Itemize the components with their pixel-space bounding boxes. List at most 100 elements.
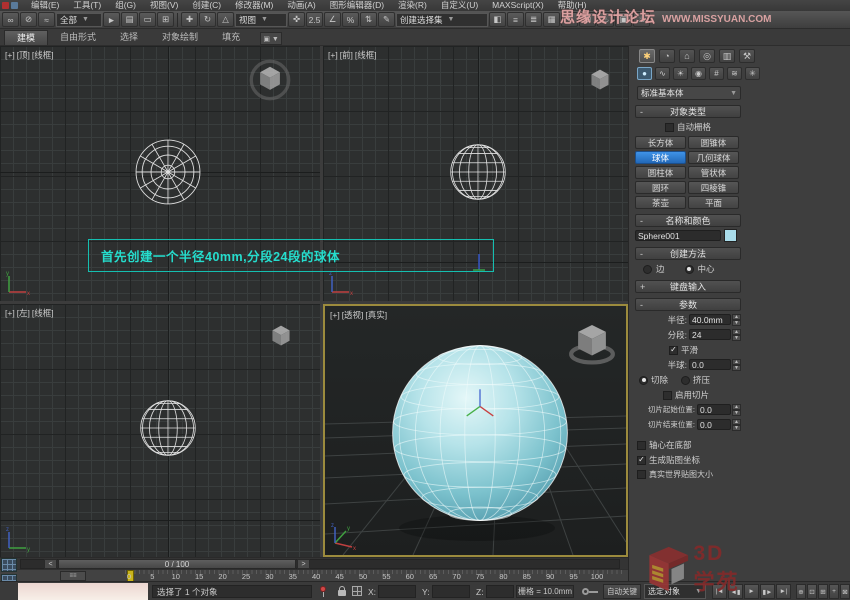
primitive-category-dropdown[interactable]: 标准基本体 ▼ bbox=[637, 86, 741, 100]
app-logo-icon[interactable] bbox=[2, 2, 9, 9]
set-key-icon[interactable] bbox=[582, 588, 589, 595]
menu-item[interactable]: 动画(A) bbox=[280, 0, 322, 11]
chop-radio[interactable] bbox=[639, 376, 648, 385]
systems-icon[interactable]: ✳ bbox=[745, 67, 760, 80]
sphere-wireframe-front[interactable] bbox=[449, 143, 507, 201]
z-coordinate-field[interactable] bbox=[486, 585, 514, 598]
slice-to-field[interactable] bbox=[697, 419, 731, 430]
x-coordinate-field[interactable] bbox=[378, 585, 416, 598]
next-frame-button[interactable]: > bbox=[297, 559, 310, 569]
menu-item[interactable]: MAXScript(X) bbox=[485, 0, 550, 11]
go-to-end-icon[interactable]: ►| bbox=[776, 584, 791, 599]
select-and-manipulate-icon[interactable]: ✜ bbox=[288, 12, 305, 27]
smooth-checkbox[interactable] bbox=[669, 346, 678, 355]
rollout-header[interactable]: 对象类型 bbox=[635, 105, 741, 118]
sphere-shaded[interactable] bbox=[385, 338, 575, 528]
slice-on-checkbox[interactable] bbox=[663, 391, 672, 400]
select-and-link-icon[interactable]: ∞ bbox=[2, 12, 19, 27]
viewport-perspective[interactable]: [+][透视][真实] bbox=[323, 304, 628, 557]
menu-item[interactable]: 图形编辑器(D) bbox=[323, 0, 391, 11]
viewport-shading-button[interactable]: [线框] bbox=[355, 50, 377, 60]
viewport-name-button[interactable]: [前] bbox=[340, 50, 353, 60]
maximize-viewport-icon[interactable]: ⊠ bbox=[840, 584, 850, 599]
rollout-header[interactable]: 键盘输入 bbox=[635, 280, 741, 293]
object-type-button[interactable]: 平面 bbox=[688, 196, 739, 209]
viewcube[interactable] bbox=[563, 318, 621, 368]
align-icon[interactable]: ≡ bbox=[507, 12, 524, 27]
layer-manager-icon[interactable]: ≣ bbox=[525, 12, 542, 27]
viewport-layout-icon[interactable] bbox=[1, 558, 17, 572]
named-selection-dropdown[interactable]: 创建选择集 ▼ bbox=[396, 13, 488, 27]
select-and-move-icon[interactable]: ✚ bbox=[181, 12, 198, 27]
angle-snap-icon[interactable]: ∠ bbox=[324, 12, 341, 27]
isolate-selection-icon[interactable] bbox=[320, 586, 326, 592]
viewport-shading-button[interactable]: [真实] bbox=[365, 310, 387, 320]
slice-from-spinner[interactable]: ▲▼ bbox=[732, 404, 741, 416]
menu-item[interactable]: 工具(T) bbox=[66, 0, 108, 11]
tab-modify[interactable]: ◔ bbox=[659, 49, 675, 63]
menu-item[interactable]: 创建(C) bbox=[185, 0, 228, 11]
tab-create[interactable]: ✱ bbox=[639, 49, 655, 63]
rollout-header[interactable]: 参数 bbox=[635, 298, 741, 311]
selection-filter-dropdown[interactable]: 全部 ▼ bbox=[56, 13, 102, 27]
window-crossing-icon[interactable]: ⊞ bbox=[157, 12, 174, 27]
menu-item[interactable]: 组(G) bbox=[108, 0, 143, 11]
mirror-icon[interactable]: ◧ bbox=[489, 12, 506, 27]
hemisphere-spinner[interactable]: ▲▼ bbox=[732, 359, 741, 371]
object-color-swatch[interactable] bbox=[724, 229, 737, 242]
ribbon-tab[interactable]: 对象绘制 bbox=[150, 30, 210, 45]
viewport-shading-button[interactable]: [线框] bbox=[32, 308, 54, 318]
edit-named-selection-icon[interactable]: ✎ bbox=[378, 12, 395, 27]
previous-frame-button[interactable]: < bbox=[44, 559, 57, 569]
unlink-selection-icon[interactable]: ⊘ bbox=[20, 12, 37, 27]
reference-coordinate-dropdown[interactable]: 视图 ▼ bbox=[235, 13, 287, 27]
object-type-button[interactable]: 圆环 bbox=[635, 181, 686, 194]
ribbon-minimize-icon[interactable]: ▣ ▼ bbox=[260, 32, 282, 45]
viewport-name-button[interactable]: [左] bbox=[17, 308, 30, 318]
menu-item[interactable]: 视图(V) bbox=[143, 0, 185, 11]
segments-spinner[interactable]: ▲▼ bbox=[732, 329, 741, 341]
viewport-menu-button[interactable]: [+] bbox=[330, 310, 340, 320]
slice-from-field[interactable] bbox=[697, 404, 731, 415]
tab-hierarchy[interactable]: ⌂ bbox=[679, 49, 695, 63]
spinner-snap-icon[interactable]: ⇅ bbox=[360, 12, 377, 27]
radius-field[interactable] bbox=[689, 314, 731, 325]
absolute-mode-icon[interactable] bbox=[352, 586, 362, 596]
sphere-wireframe-left[interactable] bbox=[139, 399, 197, 457]
lights-icon[interactable]: ☀ bbox=[673, 67, 688, 80]
select-by-name-icon[interactable]: ▤ bbox=[121, 12, 138, 27]
play-icon[interactable]: ► bbox=[744, 584, 759, 599]
viewport-shading-button[interactable]: [线框] bbox=[32, 50, 54, 60]
menu-item[interactable]: 修改器(M) bbox=[228, 0, 280, 11]
auto-key-button[interactable]: 自动关键点 bbox=[603, 584, 641, 599]
center-radio[interactable] bbox=[685, 265, 694, 274]
viewport-menu-button[interactable]: [+] bbox=[5, 308, 15, 318]
percent-snap-icon[interactable]: % bbox=[342, 12, 359, 27]
snap-toggle-icon[interactable]: 2.5 bbox=[306, 12, 323, 27]
maxscript-mini-listener[interactable] bbox=[18, 583, 148, 600]
menu-item[interactable]: 编辑(E) bbox=[24, 0, 66, 11]
edge-radio[interactable] bbox=[643, 265, 652, 274]
geometry-icon[interactable]: ● bbox=[637, 67, 652, 80]
rollout-header[interactable]: 创建方法 bbox=[635, 247, 741, 260]
object-type-button[interactable]: 圆柱体 bbox=[635, 166, 686, 179]
selection-lock-icon[interactable] bbox=[338, 590, 346, 596]
viewcube[interactable] bbox=[248, 58, 292, 102]
ribbon-tab[interactable]: 自由形式 bbox=[48, 30, 108, 45]
real-world-checkbox[interactable] bbox=[637, 470, 646, 479]
select-and-scale-icon[interactable]: △ bbox=[217, 12, 234, 27]
object-type-button[interactable]: 球体 bbox=[635, 151, 686, 164]
radius-spinner[interactable]: ▲▼ bbox=[732, 314, 741, 326]
zoom-region-icon[interactable]: ⊞ bbox=[818, 584, 828, 599]
helpers-icon[interactable]: # bbox=[709, 67, 724, 80]
object-type-button[interactable]: 茶壶 bbox=[635, 196, 686, 209]
menu-item[interactable]: 渲染(R) bbox=[391, 0, 434, 11]
mini-curve-editor-icon[interactable]: ≡≡ bbox=[60, 571, 86, 581]
tab-motion[interactable]: ◎ bbox=[699, 49, 715, 63]
generate-mapping-checkbox[interactable] bbox=[637, 456, 646, 465]
graphite-ribbon-icon[interactable]: ▦ bbox=[543, 12, 560, 27]
track-bar[interactable]: ≡≡ 0510152025303540455055606570758085909… bbox=[0, 569, 628, 581]
time-slider-thumb[interactable]: 0 / 100 bbox=[58, 559, 296, 569]
object-type-button[interactable]: 长方体 bbox=[635, 136, 686, 149]
squash-radio[interactable] bbox=[681, 376, 690, 385]
